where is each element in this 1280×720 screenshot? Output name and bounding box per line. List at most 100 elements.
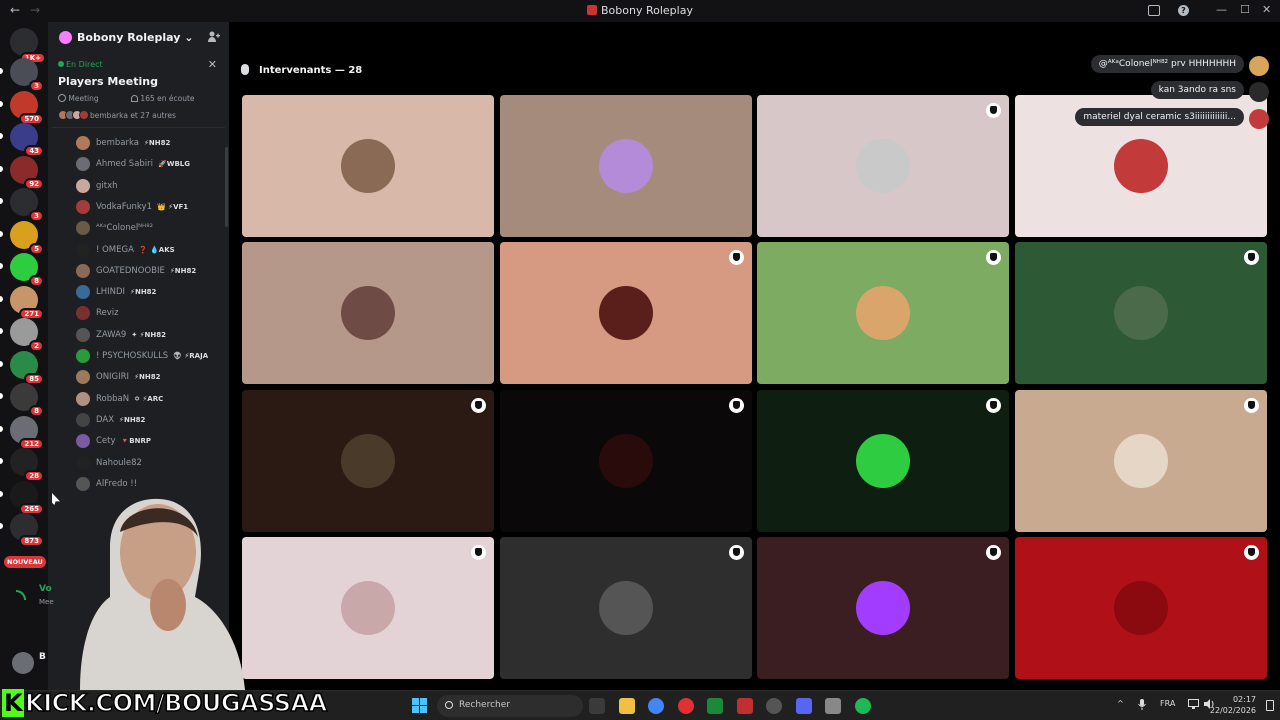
- server-icon[interactable]: 28: [10, 448, 44, 482]
- stage-type: Meeting: [68, 94, 99, 103]
- speaker-tile[interactable]: [1014, 536, 1267, 679]
- notifications-icon[interactable]: [1266, 700, 1274, 711]
- speaker-avatar: [341, 433, 395, 488]
- member-item[interactable]: LHINDI ⚡NH82: [76, 283, 156, 301]
- member-item[interactable]: VodkaFunky1 👑 ⚡VF1: [76, 198, 188, 216]
- system-clock[interactable]: 02:17 22/02/2026: [1210, 694, 1256, 716]
- voice-sub: Mee: [39, 598, 54, 606]
- speaker-tile[interactable]: [499, 95, 752, 237]
- speaker-avatar: [341, 286, 395, 341]
- server-icon[interactable]: 8: [10, 253, 44, 287]
- speaker-tile[interactable]: [757, 242, 1009, 385]
- search-placeholder: Rechercher: [459, 700, 510, 710]
- speaker-tile[interactable]: [1014, 242, 1267, 385]
- user-avatar[interactable]: [12, 652, 34, 674]
- clock-date: 22/02/2026: [1209, 706, 1256, 715]
- member-item[interactable]: Cety 🔻BNRP: [76, 432, 151, 450]
- speaker-tile[interactable]: [1014, 389, 1267, 532]
- server-icon[interactable]: 8: [10, 383, 44, 417]
- unread-pill: [0, 198, 3, 204]
- server-icon[interactable]: 43: [10, 123, 44, 157]
- discord-icon[interactable]: [795, 698, 812, 714]
- file-icon[interactable]: [589, 698, 605, 714]
- stage-meta: Meeting 165 en écoute: [58, 94, 195, 103]
- add-friend-icon[interactable]: [207, 30, 220, 46]
- obs-icon[interactable]: [766, 698, 782, 714]
- moderator-shield-icon: [986, 544, 1001, 560]
- folder-icon[interactable]: [618, 698, 635, 714]
- server-icon[interactable]: 85: [10, 350, 44, 385]
- avatar: [76, 285, 90, 300]
- maximize-button[interactable]: ☐: [1240, 3, 1250, 16]
- server-icon[interactable]: 271: [10, 285, 44, 320]
- app-a-icon[interactable]: [736, 698, 753, 714]
- chat-bubble: materiel dyal ceramic s3iiiiiiiiiiiii...: [1075, 108, 1244, 126]
- sidebar-scrollbar[interactable]: [225, 147, 228, 227]
- speaker-tile[interactable]: [499, 389, 752, 532]
- desktop-icon[interactable]: [825, 698, 841, 714]
- server-icon[interactable]: 3: [10, 188, 44, 222]
- speaker-tile[interactable]: [242, 95, 494, 237]
- new-server-button[interactable]: NOUVEAU: [4, 550, 46, 578]
- server-icon[interactable]: 92: [10, 155, 44, 190]
- language-indicator[interactable]: FRA: [1160, 699, 1175, 708]
- member-item[interactable]: bembarka ⚡NH82: [76, 134, 170, 152]
- speaker-tile[interactable]: [499, 242, 752, 385]
- member-item[interactable]: Nahoule82: [76, 454, 142, 472]
- home-server-button[interactable]: 1K+: [10, 28, 46, 64]
- taskbar-search[interactable]: Rechercher: [437, 695, 583, 717]
- member-tag: 👽 ⚡RAJA: [173, 352, 209, 360]
- server-icon[interactable]: 5: [10, 220, 44, 255]
- avatar: [76, 306, 90, 321]
- unread-pill: [0, 360, 3, 367]
- opera-icon[interactable]: [677, 698, 694, 714]
- member-item[interactable]: GOATEDNOOBIE ⚡NH82: [76, 262, 196, 280]
- server-icon[interactable]: 3: [10, 58, 44, 92]
- minimize-button[interactable]: —: [1216, 3, 1227, 16]
- tray-mic-icon[interactable]: [1138, 699, 1146, 712]
- server-icon[interactable]: 265: [10, 480, 44, 515]
- speaker-tile[interactable]: [499, 536, 752, 679]
- voice-status[interactable]: Vo Mee: [14, 584, 54, 612]
- speaker-tile[interactable]: [757, 95, 1009, 237]
- live-indicator: En Direct: [58, 60, 103, 69]
- guild-header[interactable]: Bobony Roleplay ⌄: [48, 22, 229, 54]
- server-badge: 5: [29, 242, 44, 255]
- speaker-tile[interactable]: [242, 389, 494, 532]
- member-item[interactable]: Reviz: [76, 304, 119, 322]
- member-item[interactable]: RobbaN ✡ ⚡ARC: [76, 390, 163, 408]
- member-item[interactable]: ZAWA9 ✦ ⚡NH82: [76, 326, 166, 344]
- tray-overflow-icon[interactable]: ^: [1117, 699, 1124, 708]
- member-item[interactable]: ! OMEGA ❓ 💧AKS: [76, 241, 175, 259]
- member-item[interactable]: gitxh: [76, 177, 118, 195]
- terminal-icon[interactable]: [707, 698, 723, 714]
- network-icon[interactable]: [1188, 699, 1199, 711]
- server-icon[interactable]: 873: [10, 513, 44, 547]
- chrome-icon[interactable]: [648, 698, 664, 714]
- member-item[interactable]: ! PSYCHOSKULLS 👽 ⚡RAJA: [76, 347, 208, 365]
- member-item[interactable]: Ahmed Sabiri 🚀WBLG: [76, 155, 190, 173]
- close-window-button[interactable]: ✕: [1262, 3, 1271, 16]
- member-name: ᴬᴷᵃColonelᴺᴴ⁸²: [96, 223, 154, 234]
- server-icon[interactable]: 212: [10, 415, 44, 450]
- moderator-shield-icon: [471, 397, 486, 413]
- windows-start-icon[interactable]: [412, 698, 428, 714]
- speaker-tile[interactable]: [242, 242, 494, 385]
- speaker-tile[interactable]: [757, 536, 1009, 679]
- spotify-icon[interactable]: [854, 698, 871, 714]
- inbox-icon[interactable]: [1148, 5, 1160, 16]
- avatar: [79, 110, 89, 120]
- unread-pill: [0, 263, 3, 269]
- speaker-tile[interactable]: [757, 389, 1009, 532]
- member-item[interactable]: ONIGIRI ⚡NH82: [76, 368, 160, 386]
- server-icon[interactable]: 2: [10, 318, 44, 352]
- moderator-shield-icon: [1243, 397, 1259, 413]
- close-event-button[interactable]: ✕: [208, 58, 217, 71]
- help-icon[interactable]: ?: [1178, 5, 1189, 16]
- avatar: [76, 412, 90, 427]
- member-tag: ❓ 💧AKS: [138, 245, 175, 254]
- member-item[interactable]: ᴬᴷᵃColonelᴺᴴ⁸²: [76, 219, 153, 237]
- member-item[interactable]: DAX ⚡NH82: [76, 411, 145, 429]
- speaker-tile[interactable]: [242, 536, 494, 679]
- server-icon[interactable]: 570: [10, 90, 44, 125]
